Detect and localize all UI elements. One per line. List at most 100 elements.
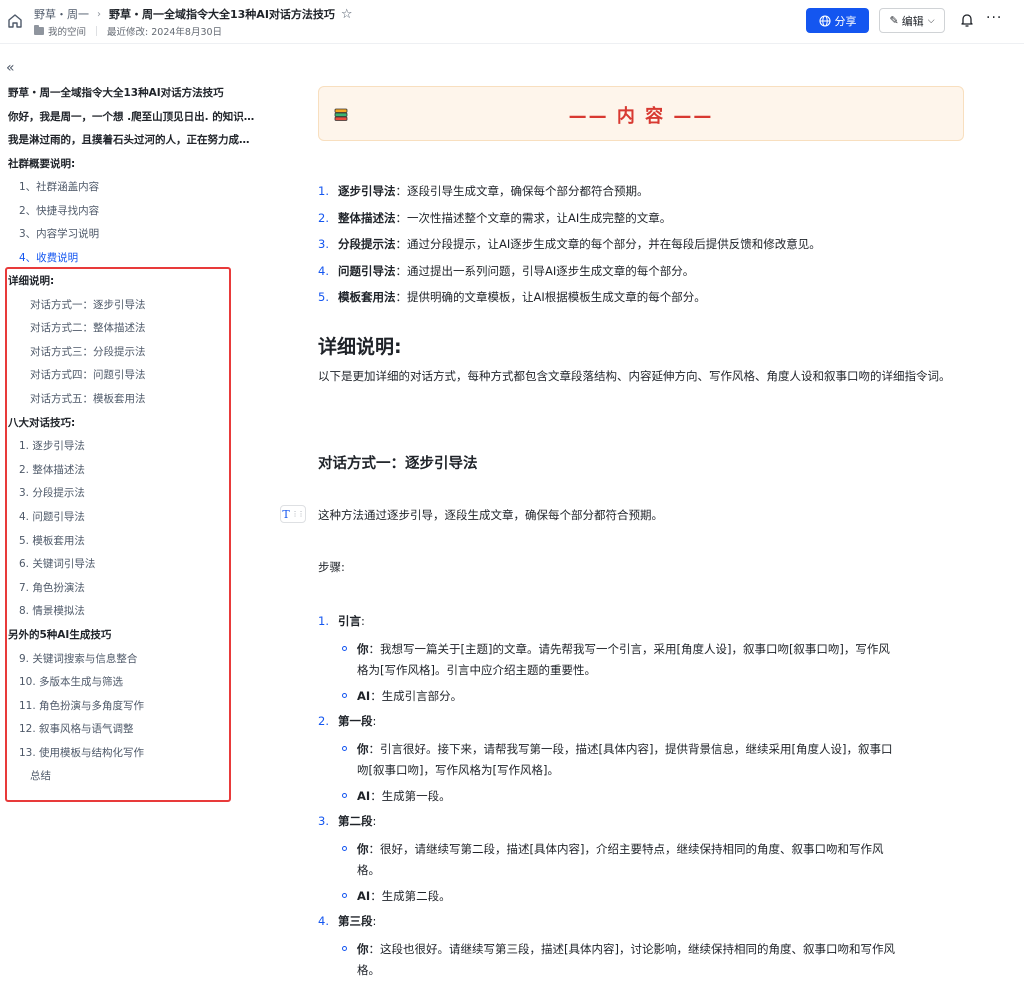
toc-item[interactable]: 3、内容学习说明	[19, 227, 99, 241]
response-text: ：生成第二段。	[370, 889, 451, 903]
bullet-item: AI：生成第一段。	[342, 786, 962, 807]
speaker-label: 你	[357, 842, 369, 856]
list-number: 4.	[318, 264, 329, 278]
list-number: 2.	[318, 211, 329, 225]
bullet-dot-icon	[342, 746, 347, 751]
step-heading: 1. 引言:	[318, 613, 365, 629]
prompt-text-cont: 格。	[357, 863, 380, 877]
last-modified: 最近修改: 2024年8月30日	[107, 27, 223, 38]
list-item: 1. 逐步引导法：逐段引导生成文章，确保每个部分都符合预期。	[318, 183, 649, 199]
toc-item[interactable]: 你好，我是周一，一个想 .爬至山顶见日出. 的知识…	[8, 110, 254, 124]
pencil-icon: ✎	[889, 14, 899, 27]
method-desc: ：提供明确的文章模板，让AI根据模板生成文章的每个部分。	[395, 290, 706, 304]
breadcrumb: 野草・周一 › 野草・周一全域指令大全13种AI对话方法技巧 ☆	[34, 6, 353, 22]
response-text: ：生成引言部分。	[370, 689, 463, 703]
bullet-item: AI：生成第二段。	[342, 886, 962, 907]
step-colon: :	[361, 614, 365, 628]
prompt-text-cont: 格为[写作风格]。引言中应介绍主题的重要性。	[357, 663, 596, 677]
list-item: 2. 整体描述法：一次性描述整个文章的需求，让AI生成完整的文章。	[318, 210, 671, 226]
sub-intro: 这种方法通过逐步引导，逐段生成文章，确保每个部分都符合预期。	[318, 508, 663, 522]
prompt-text: ：这段也很好。请继续写第三段，描述[具体内容]，讨论影响，继续保持相同的角度、叙…	[368, 942, 895, 956]
prompt-text-cont: 吻[叙事口吻]，写作风格为[写作风格]。	[357, 763, 559, 777]
step-colon: :	[372, 814, 377, 828]
bullet-dot-icon	[342, 646, 347, 651]
list-number: 5.	[318, 290, 329, 304]
toc-item[interactable]: 野草・周一全域指令大全13种AI对话方法技巧	[8, 86, 224, 100]
bullet-dot-icon	[342, 893, 347, 898]
bullet-dot-icon	[342, 793, 347, 798]
step-colon: :	[372, 914, 377, 928]
list-number: 4.	[318, 914, 329, 928]
bullet-dot-icon	[342, 946, 347, 951]
prompt-text: ：引言很好。接下来，请帮我写第一段，描述[具体内容]，提供背景信息，继续采用[角…	[368, 742, 893, 756]
toc-item[interactable]: 1、社群涵盖内容	[19, 180, 99, 194]
speaker-label: 你	[357, 642, 369, 656]
highlight-box	[5, 267, 231, 802]
chevron-down-icon: ⌵	[927, 15, 935, 26]
toc-item[interactable]: 社群概要说明:	[8, 157, 75, 171]
list-number: 1.	[318, 614, 329, 628]
response-text: ：生成第一段。	[370, 789, 451, 803]
collapse-sidebar-icon[interactable]: «	[6, 60, 15, 76]
step-title: 引言	[338, 614, 361, 628]
callout-block: —— 内 容 ——	[318, 86, 964, 141]
bullet-item: 你：引言很好。接下来，请帮我写第一段，描述[具体内容]，提供背景信息，继续采用[…	[342, 739, 962, 781]
toc-item[interactable]: 2、快捷寻找内容	[19, 204, 99, 218]
edit-button[interactable]: ✎ 编辑 ⌵	[879, 8, 945, 33]
toc-item[interactable]: 我是淋过雨的，且摸着石头过河的人，正在努力成…	[8, 133, 250, 147]
method-name: 问题引导法	[338, 264, 396, 278]
doc-title: 野草・周一全域指令大全13种AI对话方法技巧	[109, 8, 335, 21]
method-name: 模板套用法	[338, 290, 396, 304]
step-heading: 2. 第一段:	[318, 713, 376, 729]
bullet-dot-icon	[342, 693, 347, 698]
method-name: 逐步引导法	[338, 184, 396, 198]
doc-meta: 我的空间 最近修改: 2024年8月30日	[34, 24, 222, 38]
speaker-label: AI	[357, 789, 371, 803]
step-colon: :	[372, 714, 377, 728]
drag-dots-icon: ⋮⋮	[291, 510, 305, 518]
breadcrumb-parent[interactable]: 野草・周一	[34, 6, 89, 22]
home-icon[interactable]	[6, 12, 24, 30]
list-item: 5. 模板套用法：提供明确的文章模板，让AI根据模板生成文章的每个部分。	[318, 289, 706, 305]
speaker-label: AI	[357, 889, 371, 903]
speaker-label: AI	[357, 689, 371, 703]
step-title: 第二段	[338, 814, 373, 828]
list-number: 1.	[318, 184, 329, 198]
speaker-label: 你	[357, 742, 369, 756]
section-heading: 详细说明:	[318, 336, 402, 358]
method-desc: ：一次性描述整个文章的需求，让AI生成完整的文章。	[395, 211, 672, 225]
share-button[interactable]: 分享	[806, 8, 869, 33]
callout-title: —— 内 容 ——	[568, 106, 714, 127]
method-desc: ：逐段引导生成文章，确保每个部分都符合预期。	[395, 184, 649, 198]
list-number: 3.	[318, 814, 329, 828]
bell-icon[interactable]	[959, 12, 975, 28]
prompt-text: ：很好，请继续写第二段，描述[具体内容]，介绍主要特点，继续保持相同的角度、叙事…	[368, 842, 884, 856]
sub-heading: 对话方式一：逐步引导法	[318, 456, 478, 472]
speaker-label: 你	[357, 942, 369, 956]
block-drag-handle[interactable]: T ⋮⋮	[280, 505, 306, 523]
divider	[96, 26, 98, 36]
list-item: 4. 问题引导法：通过提出一系列问题，引导AI逐步生成文章的每个部分。	[318, 263, 694, 279]
bullet-item: AI：生成引言部分。	[342, 686, 962, 707]
steps-label: 步骤:	[318, 560, 345, 574]
method-desc: ：通过分段提示，让AI逐步生成文章的每个部分，并在每段后提供反馈和修改意见。	[395, 237, 821, 251]
list-number: 3.	[318, 237, 329, 251]
breadcrumb-separator-icon: ›	[97, 8, 101, 20]
step-title: 第三段	[338, 914, 373, 928]
prompt-text: ：我想写一篇关于[主题]的文章。请先帮我写一个引言，采用[角度人设]，叙事口吻[…	[368, 642, 890, 656]
globe-icon	[818, 14, 831, 27]
bullet-item: 你：这段也很好。请继续写第三段，描述[具体内容]，讨论影响，继续保持相同的角度、…	[342, 939, 962, 981]
more-icon[interactable]: ···	[986, 10, 1002, 26]
method-name: 整体描述法	[338, 211, 396, 225]
toc-item[interactable]: 4、收费说明	[19, 251, 78, 265]
edit-label: 编辑	[901, 14, 924, 28]
bullet-item: 你：很好，请继续写第二段，描述[具体内容]，介绍主要特点，继续保持相同的角度、叙…	[342, 839, 962, 881]
folder-icon	[34, 25, 44, 35]
step-heading: 4. 第三段:	[318, 913, 376, 929]
space-link[interactable]: 我的空间	[48, 24, 86, 38]
top-bar: 野草・周一 › 野草・周一全域指令大全13种AI对话方法技巧 ☆ 我的空间 最近…	[0, 0, 1024, 44]
list-item: 3. 分段提示法：通过分段提示，让AI逐步生成文章的每个部分，并在每段后提供反馈和…	[318, 236, 821, 252]
method-desc: ：通过提出一系列问题，引导AI逐步生成文章的每个部分。	[395, 264, 695, 278]
list-number: 2.	[318, 714, 329, 728]
star-icon[interactable]: ☆	[341, 8, 353, 21]
